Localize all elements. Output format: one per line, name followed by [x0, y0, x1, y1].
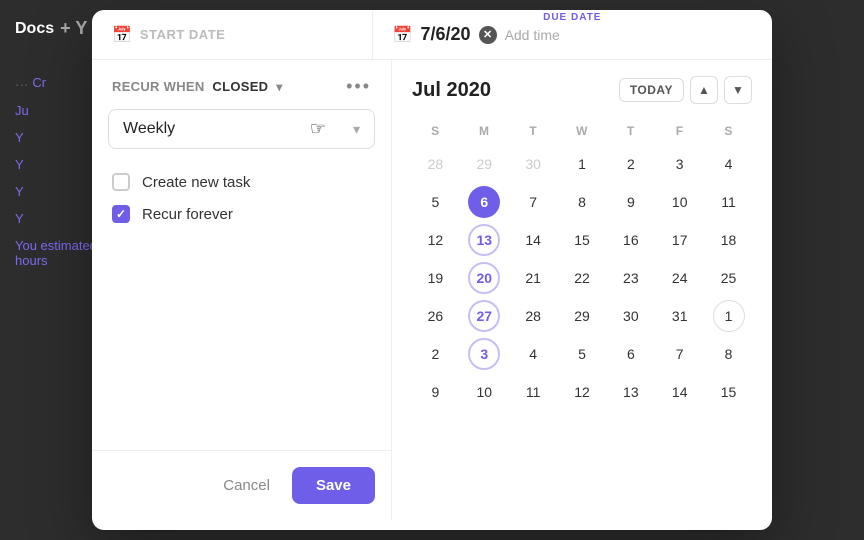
modal-overlay: 📅 START DATE DUE DATE 📅 7/6/20 ✕ Add tim… — [0, 0, 864, 540]
recur-forever-label: Recur forever — [142, 206, 233, 223]
calendar-nav: TODAY ▲ ▼ — [619, 76, 752, 104]
recur-label-text: RECUR WHEN CLOSED ▾ — [112, 79, 283, 94]
calendar-day[interactable]: 4 — [517, 338, 549, 370]
start-calendar-icon: 📅 — [112, 25, 132, 45]
due-date-value: 7/6/20 — [421, 24, 471, 45]
create-new-task-option[interactable]: Create new task — [112, 173, 371, 191]
save-button[interactable]: Save — [292, 467, 375, 504]
calendar-day[interactable]: 9 — [419, 376, 451, 408]
calendar-day[interactable]: 16 — [615, 224, 647, 256]
calendar-day[interactable]: 30 — [517, 148, 549, 180]
frequency-dropdown[interactable]: Weekly ☞ ▾ — [108, 109, 375, 149]
calendar-day[interactable]: 2 — [419, 338, 451, 370]
recur-chevron-icon[interactable]: ▾ — [276, 80, 282, 94]
day-header-thu: T — [607, 120, 654, 146]
calendar-day[interactable]: 5 — [566, 338, 598, 370]
calendar-day[interactable]: 10 — [664, 186, 696, 218]
calendar-day[interactable]: 26 — [419, 300, 451, 332]
calendar-day[interactable]: 8 — [713, 338, 745, 370]
calendar-day[interactable]: 7 — [517, 186, 549, 218]
calendar-day[interactable]: 17 — [664, 224, 696, 256]
calendar-day[interactable]: 11 — [517, 376, 549, 408]
day-header-sun: S — [412, 120, 459, 146]
modal-dialog: 📅 START DATE DUE DATE 📅 7/6/20 ✕ Add tim… — [92, 10, 772, 530]
calendar-day[interactable]: 24 — [664, 262, 696, 294]
due-date-clear-button[interactable]: ✕ — [479, 26, 497, 44]
calendar-day[interactable]: 23 — [615, 262, 647, 294]
left-panel: RECUR WHEN CLOSED ▾ ••• Weekly ☞ ▾ — [92, 60, 392, 520]
day-header-wed: W — [559, 120, 606, 146]
cursor-icon: ☞ — [310, 119, 326, 140]
calendar-days: 2829301234567891011121314151617181920212… — [412, 146, 752, 410]
calendar-day[interactable]: 18 — [713, 224, 745, 256]
add-time-label[interactable]: Add time — [505, 27, 560, 43]
calendar-day[interactable]: 12 — [566, 376, 598, 408]
calendar-grid: S M T W T F S — [412, 120, 752, 146]
calendar-day[interactable]: 29 — [468, 148, 500, 180]
recur-label: RECUR WHEN CLOSED ▾ — [112, 78, 283, 96]
calendar-day[interactable]: 19 — [419, 262, 451, 294]
create-task-checkbox[interactable] — [112, 173, 130, 191]
modal-footer: Cancel Save — [92, 450, 391, 520]
options-list: Create new task Recur forever — [92, 165, 391, 231]
start-date-label: START DATE — [140, 27, 225, 42]
calendar-day[interactable]: 15 — [566, 224, 598, 256]
calendar-day[interactable]: 11 — [713, 186, 745, 218]
create-task-label: Create new task — [142, 174, 250, 191]
due-calendar-icon: 📅 — [393, 25, 413, 45]
today-button[interactable]: TODAY — [619, 78, 684, 102]
day-header-tue: T — [510, 120, 557, 146]
start-date-section[interactable]: 📅 START DATE — [92, 11, 373, 59]
calendar-panel: Jul 2020 TODAY ▲ ▼ S M T W T F S — [392, 60, 772, 520]
calendar-day[interactable]: 1 — [566, 148, 598, 180]
calendar-header: Jul 2020 TODAY ▲ ▼ — [412, 76, 752, 104]
frequency-value: Weekly — [123, 120, 175, 138]
recur-forever-checkbox[interactable] — [112, 205, 130, 223]
prev-month-button[interactable]: ▲ — [690, 76, 718, 104]
cancel-button[interactable]: Cancel — [211, 469, 282, 502]
calendar-day[interactable]: 20 — [468, 262, 500, 294]
calendar-day[interactable]: 10 — [468, 376, 500, 408]
calendar-day[interactable]: 12 — [419, 224, 451, 256]
calendar-day[interactable]: 3 — [664, 148, 696, 180]
calendar-day[interactable]: 13 — [468, 224, 500, 256]
calendar-day[interactable]: 13 — [615, 376, 647, 408]
calendar-day[interactable]: 4 — [713, 148, 745, 180]
calendar-day[interactable]: 14 — [664, 376, 696, 408]
calendar-day[interactable]: 1 — [713, 300, 745, 332]
calendar-day[interactable]: 28 — [419, 148, 451, 180]
due-date-section[interactable]: DUE DATE 📅 7/6/20 ✕ Add time — [373, 10, 772, 59]
calendar-day[interactable]: 3 — [468, 338, 500, 370]
calendar-day[interactable]: 31 — [664, 300, 696, 332]
recur-more-button[interactable]: ••• — [346, 76, 371, 97]
calendar-day[interactable]: 29 — [566, 300, 598, 332]
calendar-day[interactable]: 6 — [615, 338, 647, 370]
recur-forever-option[interactable]: Recur forever — [112, 205, 371, 223]
day-header-mon: M — [461, 120, 508, 146]
calendar-day[interactable]: 21 — [517, 262, 549, 294]
calendar-day[interactable]: 14 — [517, 224, 549, 256]
modal-header: 📅 START DATE DUE DATE 📅 7/6/20 ✕ Add tim… — [92, 10, 772, 60]
modal-body: RECUR WHEN CLOSED ▾ ••• Weekly ☞ ▾ — [92, 60, 772, 520]
calendar-day[interactable]: 8 — [566, 186, 598, 218]
calendar-day[interactable]: 9 — [615, 186, 647, 218]
calendar-month-year: Jul 2020 — [412, 79, 491, 102]
calendar-day[interactable]: 30 — [615, 300, 647, 332]
calendar-day[interactable]: 6 — [468, 186, 500, 218]
calendar-day[interactable]: 2 — [615, 148, 647, 180]
due-date-top-label: DUE DATE — [543, 12, 601, 23]
calendar-day[interactable]: 28 — [517, 300, 549, 332]
calendar-day[interactable]: 25 — [713, 262, 745, 294]
next-month-button[interactable]: ▼ — [724, 76, 752, 104]
calendar-day[interactable]: 15 — [713, 376, 745, 408]
calendar-day[interactable]: 22 — [566, 262, 598, 294]
frequency-chevron-icon: ▾ — [353, 121, 360, 138]
calendar-day[interactable]: 5 — [419, 186, 451, 218]
recur-header: RECUR WHEN CLOSED ▾ ••• — [92, 60, 391, 109]
calendar-day[interactable]: 27 — [468, 300, 500, 332]
day-header-fri: F — [656, 120, 703, 146]
calendar-day[interactable]: 7 — [664, 338, 696, 370]
day-header-sat: S — [705, 120, 752, 146]
